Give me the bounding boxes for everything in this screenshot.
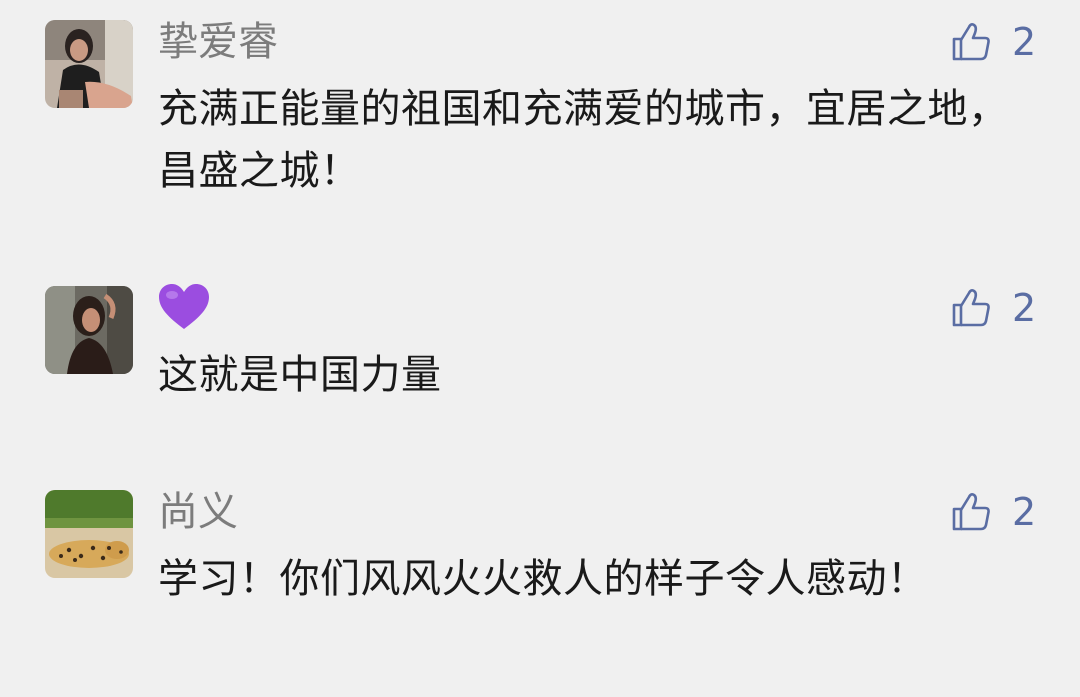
like-count: 2 [1012, 286, 1037, 330]
avatar[interactable] [45, 20, 133, 108]
comment-text: 学习！你们风风火火救人的样子令人感动！ [158, 556, 928, 602]
comment-username[interactable]: 尚义 [158, 488, 238, 536]
like-button[interactable]: 2 [950, 18, 1036, 66]
avatar[interactable] [45, 286, 133, 374]
like-button[interactable]: 2 [950, 284, 1036, 332]
avatar[interactable] [45, 490, 133, 578]
like-count: 2 [1012, 490, 1037, 534]
thumbs-up-icon [952, 493, 990, 531]
thumbs-up-icon [952, 23, 990, 61]
thumbs-up-icon [952, 289, 990, 327]
like-count: 2 [1012, 20, 1037, 64]
like-button[interactable]: 2 [950, 488, 1036, 536]
comment-username[interactable]: 挚爱睿 [158, 18, 278, 66]
comment-text: 充满正能量的祖国和充满爱的城市，宜居之地，昌盛之城！ [158, 86, 1009, 194]
purple-heart-icon [158, 283, 210, 335]
comment-text: 这就是中国力量 [158, 352, 442, 398]
comments-screen: { "colors": { "background": "#f0f0f0", "… [0, 0, 1080, 697]
